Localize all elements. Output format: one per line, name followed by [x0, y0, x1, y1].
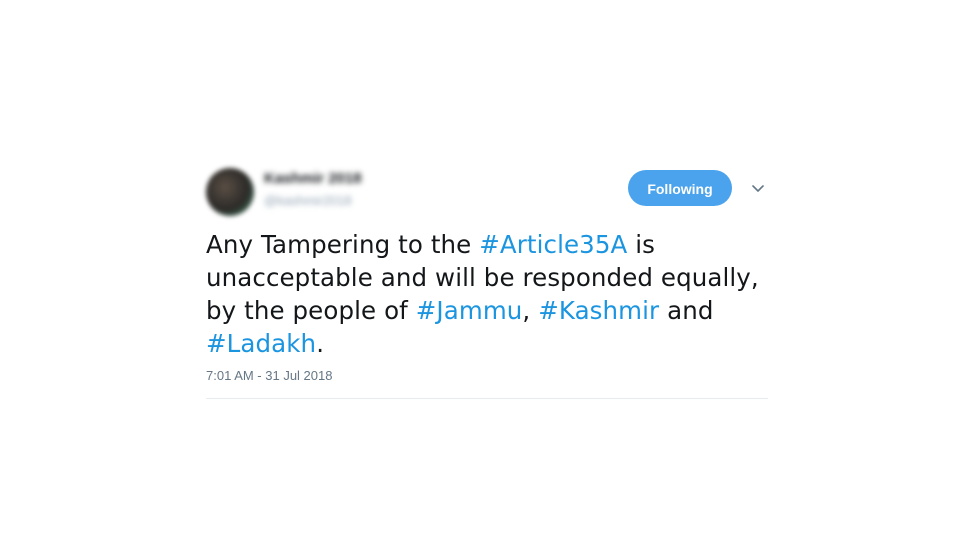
hashtag-jammu[interactable]: #Jammu — [416, 296, 523, 325]
hashtag-ladakh[interactable]: #Ladakh — [206, 329, 316, 358]
tweet-text-segment: , — [522, 296, 539, 325]
author-display-name[interactable]: Kashmir 2018 — [264, 170, 362, 187]
hashtag-kashmir[interactable]: #Kashmir — [538, 296, 659, 325]
author-handle[interactable]: @kashmir2018 — [264, 193, 352, 208]
tweet-text-segment: Any Tampering to the — [206, 230, 480, 259]
tweet-text-segment: . — [316, 329, 325, 358]
chevron-down-icon[interactable] — [750, 180, 766, 196]
avatar[interactable] — [206, 168, 254, 216]
tweet-text: Any Tampering to the #Article35A is unac… — [206, 228, 766, 360]
tweet-timestamp[interactable]: 7:01 AM - 31 Jul 2018 — [206, 368, 332, 383]
hashtag-article35a[interactable]: #Article35A — [479, 230, 627, 259]
divider — [206, 398, 768, 399]
following-button[interactable]: Following — [628, 170, 732, 206]
tweet-text-segment: and — [659, 296, 714, 325]
